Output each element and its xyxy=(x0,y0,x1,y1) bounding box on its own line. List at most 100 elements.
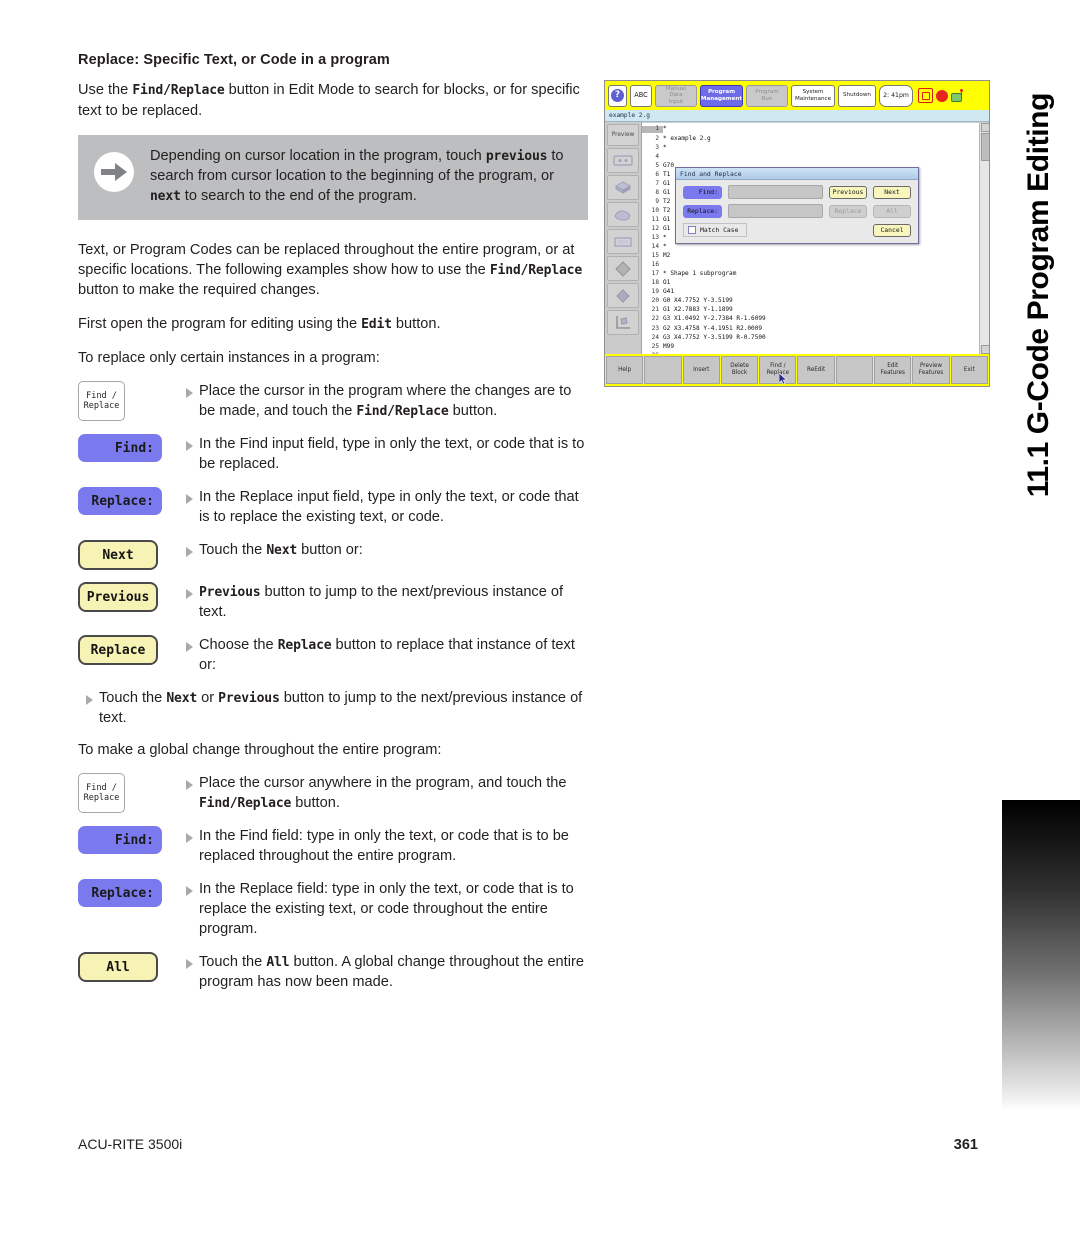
thumb-tab-gradient xyxy=(1002,800,1080,1110)
para2-text-2: button to make the required changes. xyxy=(78,281,320,298)
line-source: G3 X4.7752 Y-3.5199 R-0.7500 xyxy=(663,333,766,341)
rail-diamond-2-icon[interactable] xyxy=(607,283,639,308)
softkey-exit[interactable]: Exit xyxy=(950,356,988,384)
find-replace-dialog: Find and Replace Find: Previous Next Rep… xyxy=(675,167,919,244)
scroll-up-arrow-icon[interactable] xyxy=(981,123,989,132)
replace-field-button[interactable]: Replace: xyxy=(78,487,162,516)
step-bullet: Touch the Next button or: xyxy=(186,539,588,561)
step-button-cell: Find: xyxy=(78,825,186,855)
rail-view-shape-icon[interactable] xyxy=(607,202,639,227)
scroll-thumb[interactable] xyxy=(981,133,989,161)
code-line: 21 G1 X2.7883 Y-1.1899 xyxy=(642,306,989,315)
replace-field-button-global[interactable]: Replace: xyxy=(78,879,162,908)
view-plan-icon xyxy=(613,155,633,166)
find-field-button-global[interactable]: Find: xyxy=(78,826,162,855)
step-row-find-replace: Find / Replace Place the cursor in the p… xyxy=(78,380,588,422)
step-row-next-previous: Touch the Next or Previous button to jum… xyxy=(78,687,588,729)
line-number: 1 xyxy=(642,126,663,133)
find-replace-softkey-button[interactable]: Find / Replace xyxy=(78,381,125,422)
find-replace-label-1: Find / xyxy=(86,782,117,793)
line-number: 24 xyxy=(651,333,659,341)
rail-view-top-icon[interactable] xyxy=(607,148,639,173)
checkbox-icon xyxy=(688,226,696,234)
view-shape-icon xyxy=(614,210,631,220)
softkey-find-replace[interactable]: Find / Replace xyxy=(759,356,797,384)
dialog-replace-label-button[interactable]: Replace: xyxy=(683,204,722,218)
estop-icon[interactable] xyxy=(918,88,933,103)
bullet-triangle-icon xyxy=(186,833,193,844)
code-line: 24 G3 X4.7752 Y-3.5199 R-0.7500 xyxy=(642,333,989,342)
abc-button[interactable]: ABC xyxy=(630,84,652,107)
line-number: 11 xyxy=(651,215,659,223)
program-management-button[interactable]: Program Management xyxy=(700,84,743,107)
arrow-right-circle-icon xyxy=(94,151,134,192)
dialog-cancel-button[interactable]: Cancel xyxy=(873,223,911,237)
rail-preview-label[interactable]: Preview xyxy=(607,124,639,146)
machine-icon-rail: Preview xyxy=(605,122,642,354)
all-button[interactable]: All xyxy=(78,952,158,983)
softkey-blank-1[interactable] xyxy=(644,356,682,384)
softkey-edit-features[interactable]: Edit Features xyxy=(874,356,912,384)
rail-view-iso-icon[interactable] xyxy=(607,175,639,200)
bullet-triangle-icon xyxy=(186,388,193,399)
diamond-icon xyxy=(615,260,631,277)
help-icon-button[interactable]: ? xyxy=(608,84,627,107)
dialog-find-label-button[interactable]: Find: xyxy=(683,185,722,199)
step-text: Previous button to jump to the next/prev… xyxy=(199,583,588,623)
code-line: 20 G0 X4.7752 Y-3.5199 xyxy=(642,297,989,306)
dialog-replace-input[interactable] xyxy=(728,204,823,218)
system-maintenance-button[interactable]: System Maintenance xyxy=(791,84,835,107)
para3-text-2: button. xyxy=(391,315,441,332)
next-button[interactable]: Next xyxy=(78,540,158,571)
softkey-blank-2[interactable] xyxy=(835,356,874,384)
step-bullet: Previous button to jump to the next/prev… xyxy=(186,581,588,623)
bullet-triangle-icon xyxy=(86,695,93,706)
line-source: * xyxy=(663,125,667,133)
softkey-delete-block[interactable]: Delete Block xyxy=(720,356,759,384)
para3-code-edit: Edit xyxy=(361,316,392,332)
softkey-insert[interactable]: Insert xyxy=(682,356,720,384)
shutdown-button[interactable]: Shutdown xyxy=(838,84,876,107)
bullet-triangle-icon xyxy=(186,547,193,558)
step-text: Place the cursor anywhere in the program… xyxy=(199,774,588,814)
line-number: 4 xyxy=(655,152,659,160)
step-bullet: Touch the All button. A global change th… xyxy=(186,951,588,993)
dialog-next-button[interactable]: Next xyxy=(873,185,911,199)
step-row-all: All Touch the All button. A global chang… xyxy=(78,951,588,993)
note-text-1: Depending on cursor location in the prog… xyxy=(150,147,486,164)
scroll-down-arrow-icon[interactable] xyxy=(981,345,989,354)
rail-view-frame-icon[interactable] xyxy=(607,229,639,254)
rail-axes-icon[interactable] xyxy=(607,310,639,335)
step-text: Choose the Replace button to replace tha… xyxy=(199,636,588,676)
dialog-find-input[interactable] xyxy=(728,185,823,199)
code-vertical-scrollbar[interactable] xyxy=(979,123,989,354)
replace-button[interactable]: Replace xyxy=(78,635,158,666)
line-source: * xyxy=(663,143,667,151)
softkey-help[interactable]: Help xyxy=(606,356,644,384)
line-number: 8 xyxy=(655,188,659,196)
step-code-previous: Previous xyxy=(199,585,261,601)
note-callout: Depending on cursor location in the prog… xyxy=(78,134,588,220)
find-replace-softkey-button-global[interactable]: Find / Replace xyxy=(78,773,125,814)
manual-data-input-button[interactable]: Manual Data Input xyxy=(655,84,697,107)
line-number: 2 xyxy=(655,134,659,142)
match-case-checkbox[interactable]: Match Case xyxy=(683,223,748,237)
match-case-label: Match Case xyxy=(700,226,739,234)
step-code-replace: Replace xyxy=(277,638,332,654)
softkey-reedit[interactable]: ReEdit xyxy=(797,356,835,384)
program-run-button[interactable]: Program Run xyxy=(746,84,788,107)
previous-button[interactable]: Previous xyxy=(78,582,158,613)
softkey-preview-features[interactable]: Preview Features xyxy=(912,356,950,384)
page-root: Replace: Specific Text, or Code in a pro… xyxy=(0,0,1080,1234)
intro-paragraph: Use the Find/Replace button in Edit Mode… xyxy=(78,80,588,120)
clock-display: 2: 41pm xyxy=(879,84,913,107)
machine-softkey-bar: Help Insert Delete Block Find / Replace … xyxy=(605,354,989,386)
note-code-previous: previous xyxy=(485,148,548,164)
find-field-button[interactable]: Find: xyxy=(78,434,162,463)
intro-text-1: Use the xyxy=(78,82,133,99)
paragraph-4: To replace only certain instances in a p… xyxy=(78,350,380,367)
dialog-previous-button[interactable]: Previous xyxy=(829,185,867,199)
dialog-title: Find and Replace xyxy=(676,168,918,180)
rail-diamond-icon[interactable] xyxy=(607,256,639,281)
view-iso-icon xyxy=(614,181,632,194)
